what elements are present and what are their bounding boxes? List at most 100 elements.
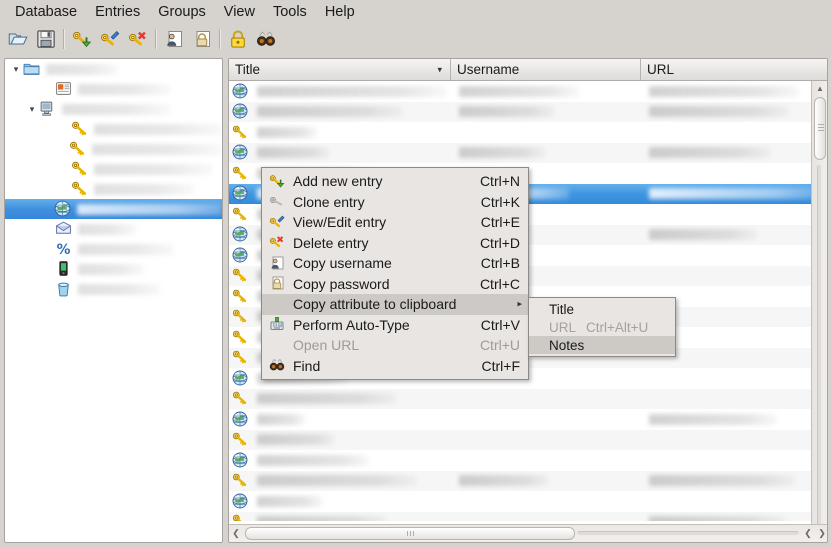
- entry-list-row[interactable]: [229, 388, 813, 409]
- entry-list-row[interactable]: [229, 511, 813, 521]
- context-menu-item-clone-entry[interactable]: Clone entry Ctrl+K: [262, 192, 528, 213]
- context-menu-item-copy-username[interactable]: Copy username Ctrl+B: [262, 253, 528, 274]
- submenu-arrow-icon: ▸: [517, 298, 522, 309]
- scrollbar-grip-icon: [818, 124, 824, 131]
- group-tree-item-label: [78, 83, 170, 95]
- menu-tools[interactable]: Tools: [264, 1, 316, 23]
- context-menu-item-label: Copy password: [293, 275, 390, 292]
- entry-list-vertical-scrollbar[interactable]: ▲ ▼: [811, 81, 827, 542]
- group-tree-item[interactable]: [5, 139, 222, 159]
- group-tree-item[interactable]: [5, 119, 222, 139]
- context-menu-item-view-edit-entry[interactable]: View/Edit entry Ctrl+E: [262, 212, 528, 233]
- key-icon: [232, 431, 249, 448]
- column-header-label: URL: [647, 62, 675, 77]
- chevron-down-icon[interactable]: ▾: [25, 99, 39, 119]
- entry-list-row[interactable]: [229, 429, 813, 451]
- entry-cell-url: [641, 471, 813, 492]
- group-tree-item[interactable]: ▾: [5, 99, 222, 119]
- toolbar-separator: [219, 29, 221, 49]
- group-tree-item[interactable]: [5, 179, 222, 199]
- group-tree-item[interactable]: [5, 199, 222, 219]
- scroll-left-icon[interactable]: ❮: [229, 526, 243, 542]
- context-menu-item-perform-auto-type[interactable]: Perform Auto-Type Ctrl+V: [262, 315, 528, 336]
- menu-help[interactable]: Help: [316, 1, 364, 23]
- submenu-item-url: URL Ctrl+Alt+U: [529, 318, 675, 336]
- percent-icon: %: [55, 240, 73, 258]
- find-icon[interactable]: [252, 26, 280, 52]
- group-tree-item[interactable]: [5, 259, 222, 279]
- menu-groups[interactable]: Groups: [149, 1, 215, 23]
- context-menu-item-label: Add new entry: [293, 173, 383, 190]
- entry-list-row[interactable]: [229, 142, 813, 164]
- entry-cell-url: [641, 245, 813, 266]
- column-header-url[interactable]: URL: [641, 59, 827, 80]
- group-tree-item-label: [46, 63, 118, 75]
- chevron-down-icon[interactable]: ▾: [9, 59, 23, 79]
- delete-entry-icon[interactable]: [124, 26, 152, 52]
- entry-cell-username: [451, 122, 641, 143]
- key-icon: [71, 180, 89, 198]
- vertical-scrollbar-track[interactable]: [817, 165, 822, 527]
- context-menu-item-label: Perform Auto-Type: [293, 316, 410, 333]
- entry-list-row[interactable]: [229, 450, 813, 471]
- entry-cell-title: [249, 122, 451, 143]
- sort-indicator-icon[interactable]: ▾: [437, 64, 442, 75]
- copy-password-icon[interactable]: [188, 26, 216, 52]
- entry-list-row[interactable]: [229, 409, 813, 430]
- horizontal-scrollbar-track[interactable]: [577, 531, 799, 536]
- scroll-right-icon[interactable]: ❯: [815, 526, 827, 542]
- menu-bar: Database Entries Groups View Tools Help: [0, 0, 832, 24]
- group-tree-item[interactable]: %: [5, 239, 222, 259]
- entry-list-row[interactable]: [229, 81, 813, 102]
- context-menu-item-label: Open URL: [293, 337, 360, 354]
- edit-entry-icon[interactable]: [96, 26, 124, 52]
- entry-list-horizontal-scrollbar[interactable]: ❮ ❮ ❯: [229, 524, 827, 542]
- menu-database[interactable]: Database: [6, 1, 86, 23]
- tree-twisty-placeholder: [57, 119, 71, 139]
- menu-view[interactable]: View: [215, 1, 264, 23]
- context-menu-item-copy-password[interactable]: Copy password Ctrl+C: [262, 274, 528, 295]
- lock-workspace-icon[interactable]: [224, 26, 252, 52]
- entry-list-row[interactable]: [229, 122, 813, 143]
- context-menu-item-delete-entry[interactable]: Delete entry Ctrl+D: [262, 233, 528, 254]
- open-database-icon[interactable]: [4, 26, 32, 52]
- group-tree-item[interactable]: ▾: [5, 59, 222, 79]
- submenu-item-title[interactable]: Title: [529, 300, 675, 318]
- entry-cell-title: [249, 430, 451, 451]
- submenu-item-label: Notes: [549, 337, 585, 353]
- entry-list-row[interactable]: [229, 101, 813, 123]
- save-database-icon[interactable]: [32, 26, 60, 52]
- submenu-item-notes[interactable]: Notes: [529, 336, 675, 354]
- entry-cell-username: [451, 143, 641, 164]
- group-tree-item[interactable]: [5, 79, 222, 99]
- copy-username-icon[interactable]: [160, 26, 188, 52]
- group-tree-item[interactable]: [5, 219, 222, 239]
- copy-attribute-submenu[interactable]: Title URL Ctrl+Alt+U Notes: [528, 297, 676, 357]
- context-menu-item-copy-attribute-to-clipboard[interactable]: Copy attribute to clipboard ▸: [262, 294, 528, 315]
- globe-icon: [232, 83, 249, 100]
- group-tree-item[interactable]: [5, 159, 222, 179]
- scroll-up-icon[interactable]: ▲: [812, 81, 827, 95]
- entry-list-row[interactable]: [229, 470, 813, 492]
- horizontal-scrollbar-thumb[interactable]: [245, 527, 575, 540]
- menu-entries[interactable]: Entries: [86, 1, 149, 23]
- delete-entry-icon: [269, 234, 286, 251]
- scrollbar-grip-icon: [406, 531, 414, 536]
- scroll-left-icon-2[interactable]: ❮: [801, 526, 815, 542]
- context-menu-item-add-new-entry[interactable]: Add new entry Ctrl+N: [262, 171, 528, 192]
- group-tree-panel[interactable]: ▾ ▾%: [4, 58, 223, 543]
- submenu-item-label: URL: [549, 319, 577, 335]
- entry-context-menu[interactable]: Add new entry Ctrl+N Clone entry Ctrl+K View…: [261, 167, 529, 380]
- entry-cell-text: [257, 454, 369, 466]
- group-tree-item-label: [78, 283, 160, 295]
- context-menu-item-find[interactable]: Find Ctrl+F: [262, 356, 528, 377]
- entry-cell-url: [641, 491, 813, 512]
- entry-cell-url: [641, 225, 813, 246]
- add-entry-icon[interactable]: [68, 26, 96, 52]
- vertical-scrollbar-thumb[interactable]: [814, 97, 826, 160]
- entry-cell-username: [451, 102, 641, 123]
- column-header-username[interactable]: Username: [451, 59, 641, 80]
- group-tree-item[interactable]: [5, 279, 222, 299]
- column-header-title[interactable]: Title ▾: [229, 59, 451, 80]
- entry-list-row[interactable]: [229, 491, 813, 512]
